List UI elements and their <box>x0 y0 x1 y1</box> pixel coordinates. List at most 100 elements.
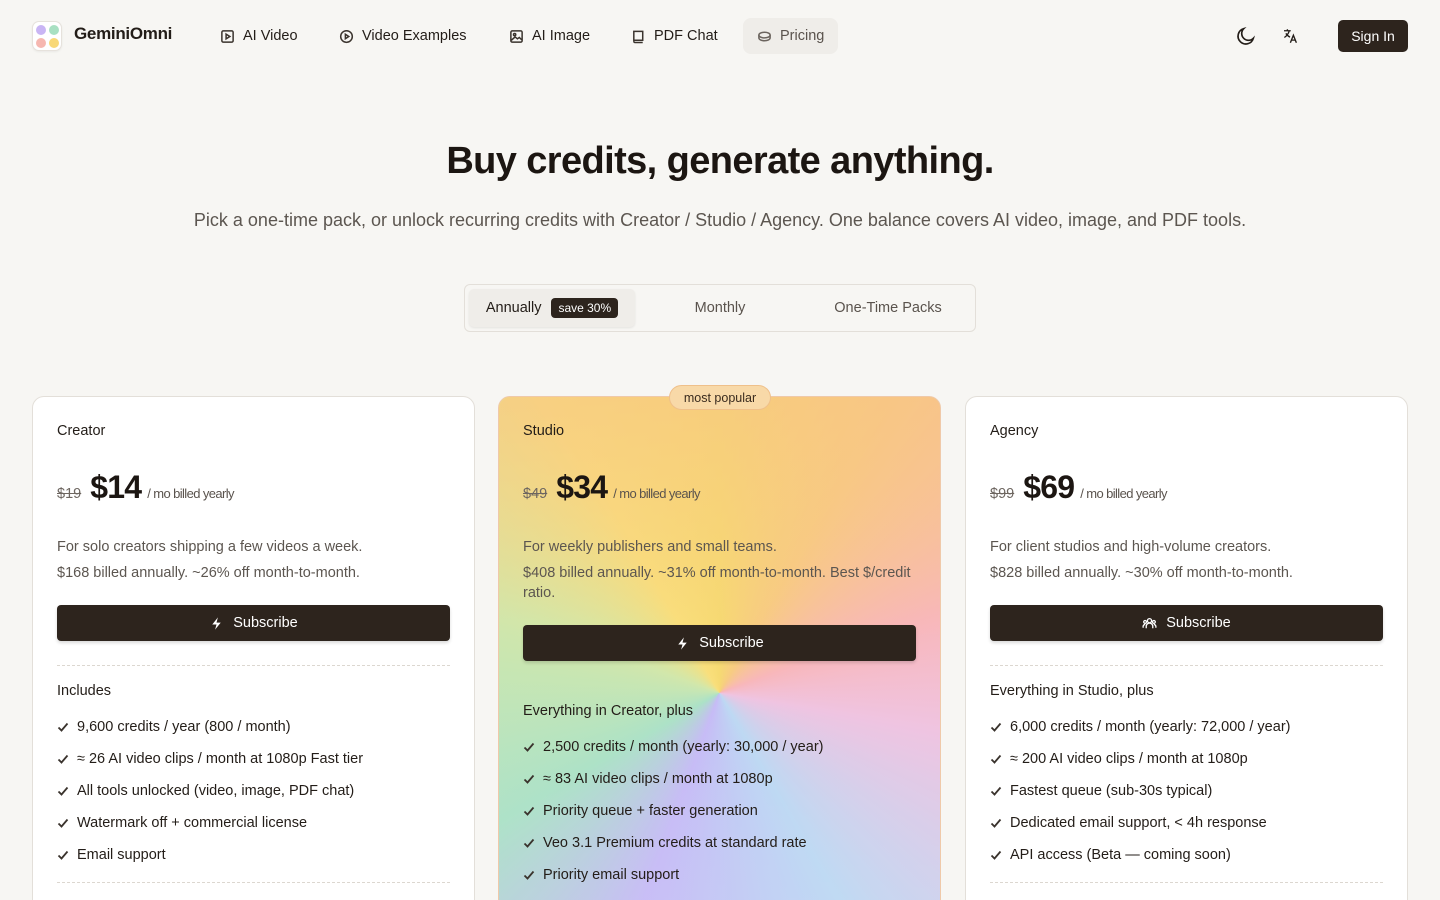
coins-icon <box>758 31 771 41</box>
sign-in-button[interactable]: Sign In <box>1338 20 1408 52</box>
tab-annually[interactable]: Annually save 30% <box>469 289 635 327</box>
nav-label: AI Video <box>243 28 298 44</box>
moon-icon <box>1237 26 1256 45</box>
subscribe-button[interactable]: Subscribe <box>990 605 1383 641</box>
feature-item: ≈ 83 AI video clips / month at 1080p <box>523 771 773 787</box>
price-row: $49 $34 / mo billed yearly <box>523 469 701 506</box>
check-icon <box>57 786 69 796</box>
feature-text: Priority email support <box>543 867 680 883</box>
button-label: Subscribe <box>1166 615 1231 631</box>
divider <box>990 882 1383 883</box>
feature-item: 9,600 credits / year (800 / month) <box>57 719 291 735</box>
theme-toggle-button[interactable] <box>1230 20 1262 52</box>
feature-item: Priority queue + faster generation <box>523 803 758 819</box>
feature-item: API access (Beta — coming soon) <box>990 847 1231 863</box>
feature-text: 6,000 credits / month (yearly: 72,000 / … <box>1010 719 1291 735</box>
check-icon <box>523 774 535 784</box>
nav-label: PDF Chat <box>654 28 718 44</box>
plan-card-studio: most popular Studio $49 $34 / mo billed … <box>498 385 941 900</box>
plan-billing-note: $828 billed annually. ~30% off month-to-… <box>990 565 1293 581</box>
plan-name: Studio <box>523 423 565 439</box>
billing-toggle: Annually save 30% Monthly One-Time Packs <box>464 284 976 332</box>
image-icon <box>510 29 523 43</box>
book-icon <box>633 30 644 43</box>
logo-dot <box>49 38 59 48</box>
bolt-icon <box>212 616 221 630</box>
logo-dot <box>36 25 46 35</box>
nav-ai-image[interactable]: AI Image <box>495 18 604 54</box>
page-subtitle: Pick a one-time pack, or unlock recurrin… <box>193 210 1247 230</box>
old-price: $19 <box>57 486 82 502</box>
most-popular-badge: most popular <box>669 385 771 410</box>
check-icon <box>523 742 535 752</box>
nav-label: Pricing <box>780 28 825 44</box>
feature-item: Priority email support <box>523 867 679 883</box>
feature-text: ≈ 200 AI video clips / month at 1080p <box>1010 751 1248 767</box>
feature-item: 2,500 credits / month (yearly: 30,000 / … <box>523 739 823 755</box>
logo-icon[interactable] <box>32 21 62 51</box>
nav-label: Video Examples <box>362 28 467 44</box>
plan-card-agency: Agency $99 $69 / mo billed yearly For cl… <box>965 396 1408 900</box>
check-icon <box>57 754 69 764</box>
check-icon <box>990 818 1002 828</box>
feature-item: 6,000 credits / month (yearly: 72,000 / … <box>990 719 1290 735</box>
nav-ai-video[interactable]: AI Video <box>206 18 312 54</box>
feature-item: All tools unlocked (video, image, PDF ch… <box>57 783 354 799</box>
brand-name[interactable]: GeminiOmni <box>74 24 172 44</box>
check-icon <box>57 850 69 860</box>
tab-label: Annually <box>485 300 542 316</box>
nav-pricing[interactable]: Pricing <box>743 18 839 54</box>
price: $14 <box>90 469 142 505</box>
subscribe-button[interactable]: Subscribe <box>523 625 916 661</box>
check-icon <box>57 722 69 732</box>
feature-item: Email support <box>57 847 166 863</box>
button-label: Subscribe <box>699 635 764 651</box>
plan-billing-note: $168 billed annually. ~26% off month-to-… <box>57 565 360 581</box>
includes-title: Everything in Studio, plus <box>990 683 1154 699</box>
users-icon <box>1142 617 1157 628</box>
price-period: / mo billed yearly <box>147 486 234 501</box>
nav-pdf-chat[interactable]: PDF Chat <box>617 18 732 54</box>
tab-label: Monthly <box>694 300 746 316</box>
price-row: $19 $14 / mo billed yearly <box>57 469 235 506</box>
old-price: $49 <box>523 486 548 502</box>
price-period: / mo billed yearly <box>1080 486 1167 501</box>
tab-monthly[interactable]: Monthly <box>637 289 803 327</box>
button-label: Subscribe <box>233 615 298 631</box>
top-navbar: GeminiOmni AI Video Video Examples AI Im… <box>0 0 1440 72</box>
tab-label: One-Time Packs <box>834 300 942 316</box>
language-button[interactable] <box>1274 20 1306 52</box>
divider <box>57 665 450 666</box>
check-icon <box>990 850 1002 860</box>
check-icon <box>523 838 535 848</box>
old-price: $99 <box>990 486 1015 502</box>
feature-text: ≈ 83 AI video clips / month at 1080p <box>543 771 773 787</box>
subscribe-button[interactable]: Subscribe <box>57 605 450 641</box>
feature-text: Fastest queue (sub-30s typical) <box>1010 783 1213 799</box>
feature-text: Dedicated email support, < 4h response <box>1010 815 1267 831</box>
price-period: / mo billed yearly <box>613 486 700 501</box>
check-icon <box>523 870 535 880</box>
feature-text: All tools unlocked (video, image, PDF ch… <box>77 783 355 799</box>
price: $69 <box>1023 469 1075 505</box>
translate-icon <box>1283 29 1298 44</box>
feature-text: Priority queue + faster generation <box>543 803 758 819</box>
plan-name: Agency <box>990 423 1039 439</box>
feature-text: Veo 3.1 Premium credits at standard rate <box>543 835 807 851</box>
feature-item: Veo 3.1 Premium credits at standard rate <box>523 835 807 851</box>
check-icon <box>523 806 535 816</box>
feature-text: 9,600 credits / year (800 / month) <box>77 719 291 735</box>
check-icon <box>57 818 69 828</box>
tab-one-time-packs[interactable]: One-Time Packs <box>805 289 971 327</box>
feature-item: Fastest queue (sub-30s typical) <box>990 783 1212 799</box>
nav-video-examples[interactable]: Video Examples <box>325 18 481 54</box>
logo-dot <box>49 25 59 35</box>
logo-dot <box>36 38 46 48</box>
feature-item: ≈ 26 AI video clips / month at 1080p Fas… <box>57 751 363 767</box>
price: $34 <box>556 469 608 505</box>
feature-text: 2,500 credits / month (yearly: 30,000 / … <box>543 739 824 755</box>
plan-description: For solo creators shipping a few videos … <box>57 539 363 555</box>
check-icon <box>990 786 1002 796</box>
save-badge: save 30% <box>551 298 619 318</box>
page-title: Buy credits, generate anything. <box>446 140 994 182</box>
